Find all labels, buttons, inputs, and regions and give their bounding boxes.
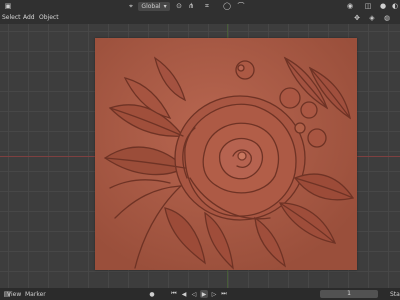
proportional-edit-icon[interactable]: ◯ [222, 1, 232, 11]
overlay-icon[interactable]: ◫ [363, 1, 373, 11]
orientation-dropdown[interactable]: Global ▾ [138, 2, 170, 11]
record-icon[interactable]: ● [148, 290, 156, 298]
snap-target-icon[interactable]: ⌗ [202, 1, 212, 11]
transform-orientation-icon[interactable]: ⌖ [126, 1, 136, 11]
floral-relief-artwork [95, 38, 357, 270]
xray-icon[interactable]: ◍ [382, 13, 392, 23]
falloff-icon[interactable]: ⌒ [236, 1, 246, 11]
visibility-icon[interactable]: ◉ [345, 1, 355, 11]
header-row-tools: ▣ ⌖ Global ▾ ⊙ ⋔ ⌗ ◯ ⌒ ◉ ◫ ● ◐ [0, 0, 400, 12]
jump-start-icon[interactable]: ⏮ [170, 290, 178, 298]
snap-icon[interactable]: ⋔ [186, 1, 196, 11]
gizmo-icon[interactable]: ✥ [352, 13, 362, 23]
pivot-icon[interactable]: ⊙ [174, 1, 184, 11]
menu-object[interactable]: Object [39, 14, 59, 21]
start-frame-label: Sta [390, 291, 400, 298]
shading-solid-icon[interactable]: ● [378, 1, 388, 11]
chevron-down-icon: ▾ [163, 3, 167, 10]
menu-select[interactable]: Select [2, 14, 21, 21]
floral-relief-panel[interactable] [95, 38, 357, 270]
viewport-header: ▣ ⌖ Global ▾ ⊙ ⋔ ⌗ ◯ ⌒ ◉ ◫ ● ◐ Select Add… [0, 0, 400, 24]
header-row-menus: Select Add Object ✥ ◈ ◍ [0, 12, 400, 24]
menu-add[interactable]: Add [23, 14, 35, 21]
play-reverse-icon[interactable]: ◁ [190, 290, 198, 298]
play-icon[interactable]: ▶ [200, 290, 208, 298]
current-frame-field[interactable]: 1 [320, 290, 378, 298]
orientation-label: Global [141, 3, 161, 10]
menu-view[interactable]: View [7, 291, 21, 298]
menu-marker[interactable]: Marker [25, 291, 46, 298]
mode-icon[interactable]: ▣ [3, 1, 13, 11]
timeline-footer: ▤ View Marker ● ⏮ ◀ ◁ ▶ ▷ ⏭ 1 Sta [0, 288, 400, 300]
jump-end-icon[interactable]: ⏭ [220, 290, 228, 298]
viewport-shading-icon[interactable]: ◈ [367, 13, 377, 23]
jump-prev-keyframe-icon[interactable]: ◀ [180, 290, 188, 298]
shading-material-icon[interactable]: ◐ [390, 1, 400, 11]
jump-next-keyframe-icon[interactable]: ▷ [210, 290, 218, 298]
